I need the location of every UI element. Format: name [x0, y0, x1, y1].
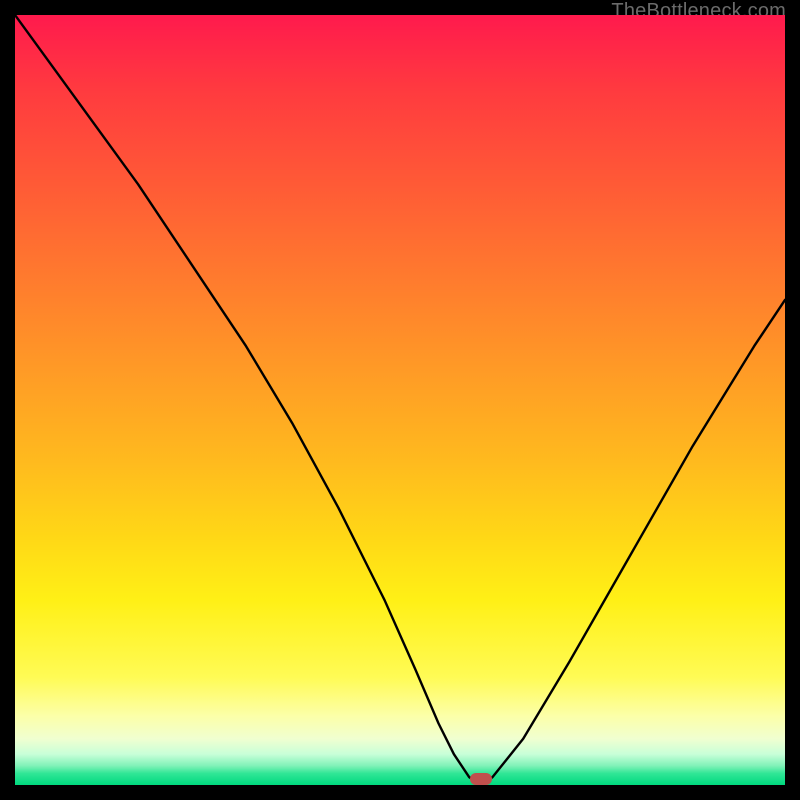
- optimum-marker: [470, 773, 492, 785]
- chart-frame: [15, 15, 785, 785]
- chart-background-gradient: [15, 15, 785, 785]
